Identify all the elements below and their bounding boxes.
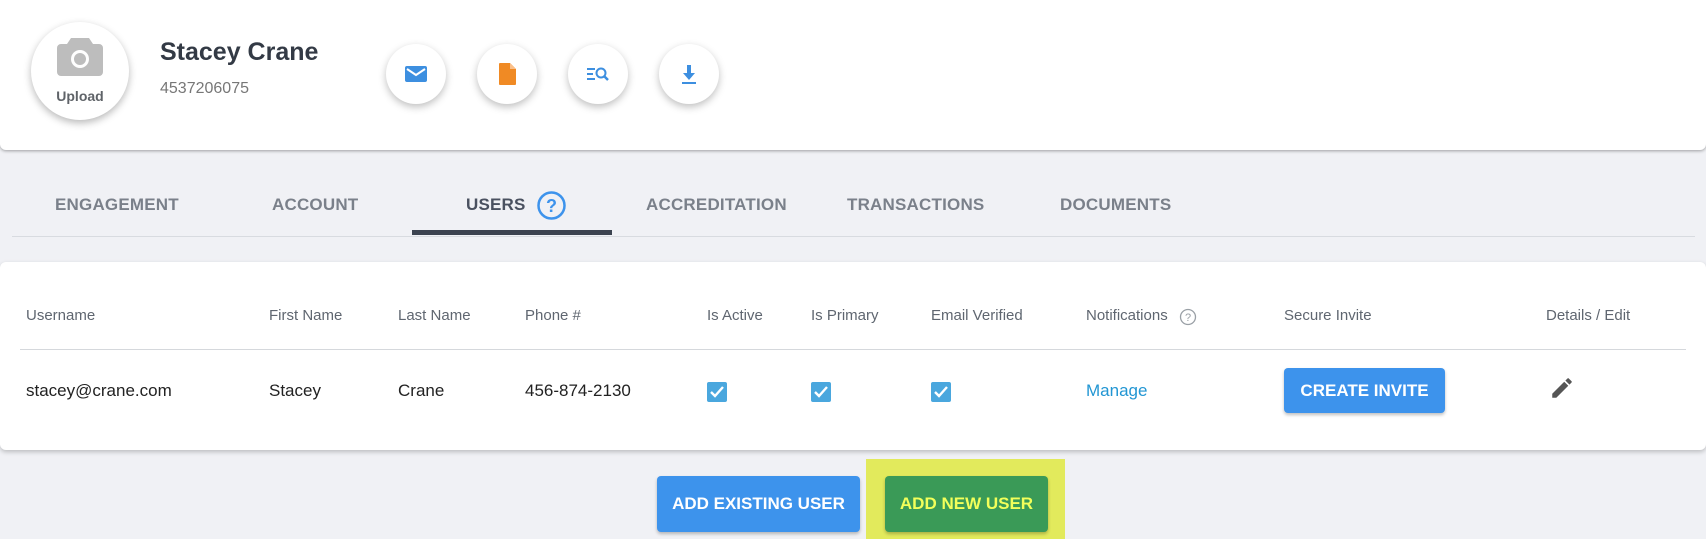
tab-account[interactable]: ACCOUNT (272, 180, 358, 236)
email-verified-checkbox[interactable] (931, 382, 951, 402)
is-active-checkbox[interactable] (707, 382, 727, 402)
profile-header: Upload Stacey Crane 4537206075 (0, 0, 1706, 150)
search-list-button[interactable] (568, 44, 628, 104)
notifications-help-icon[interactable]: ? (1179, 308, 1197, 326)
tab-accreditation[interactable]: ACCREDITATION (646, 180, 787, 236)
manage-notifications-link[interactable]: Manage (1086, 381, 1147, 401)
add-new-user-button[interactable]: ADD NEW USER (885, 476, 1048, 532)
download-icon (682, 65, 696, 84)
avatar-upload[interactable]: Upload (31, 22, 129, 120)
users-table-card (0, 262, 1706, 450)
edit-pencil-icon[interactable] (1549, 375, 1575, 401)
cell-username: stacey@crane.com (26, 381, 172, 400)
search-list-icon (587, 67, 609, 81)
column-header-phone: Phone # (525, 307, 581, 324)
help-icon[interactable]: ? (536, 190, 567, 221)
mail-icon (405, 66, 427, 82)
column-header-is-primary: Is Primary (811, 307, 879, 324)
tab-users[interactable]: USERS (466, 180, 526, 236)
profile-name: Stacey Crane (160, 38, 319, 66)
create-invite-button[interactable]: CREATE INVITE (1284, 368, 1445, 413)
email-button[interactable] (386, 44, 446, 104)
download-button[interactable] (659, 44, 719, 104)
checkmark-icon (710, 386, 724, 398)
add-existing-user-button[interactable]: ADD EXISTING USER (657, 476, 860, 532)
header-divider (20, 349, 1686, 350)
tab-engagement[interactable]: ENGAGEMENT (55, 180, 179, 236)
profile-phone: 4537206075 (160, 80, 249, 97)
document-button[interactable] (477, 44, 537, 104)
column-header-email-verified: Email Verified (931, 307, 1023, 324)
active-tab-indicator (412, 230, 612, 235)
tab-documents[interactable]: DOCUMENTS (1060, 180, 1171, 236)
cell-phone: 456-874-2130 (525, 381, 631, 400)
column-header-notifications: Notifications (1086, 307, 1168, 324)
column-header-secure-invite: Secure Invite (1284, 307, 1372, 324)
column-header-first-name: First Name (269, 307, 343, 324)
camera-icon (57, 38, 103, 76)
column-header-is-active: Is Active (707, 307, 763, 324)
column-header-username: Username (26, 307, 96, 324)
checkmark-icon (934, 386, 948, 398)
cell-last-name: Crane (398, 381, 445, 400)
upload-label: Upload (56, 88, 104, 104)
svg-text:?: ? (1185, 312, 1191, 324)
column-header-details-edit: Details / Edit (1546, 307, 1631, 324)
checkmark-icon (814, 386, 828, 398)
svg-text:?: ? (546, 196, 557, 216)
is-primary-checkbox[interactable] (811, 382, 831, 402)
tab-transactions[interactable]: TRANSACTIONS (847, 180, 984, 236)
cell-first-name: Stacey (269, 381, 321, 400)
column-header-last-name: Last Name (398, 307, 471, 324)
document-icon (499, 63, 516, 85)
